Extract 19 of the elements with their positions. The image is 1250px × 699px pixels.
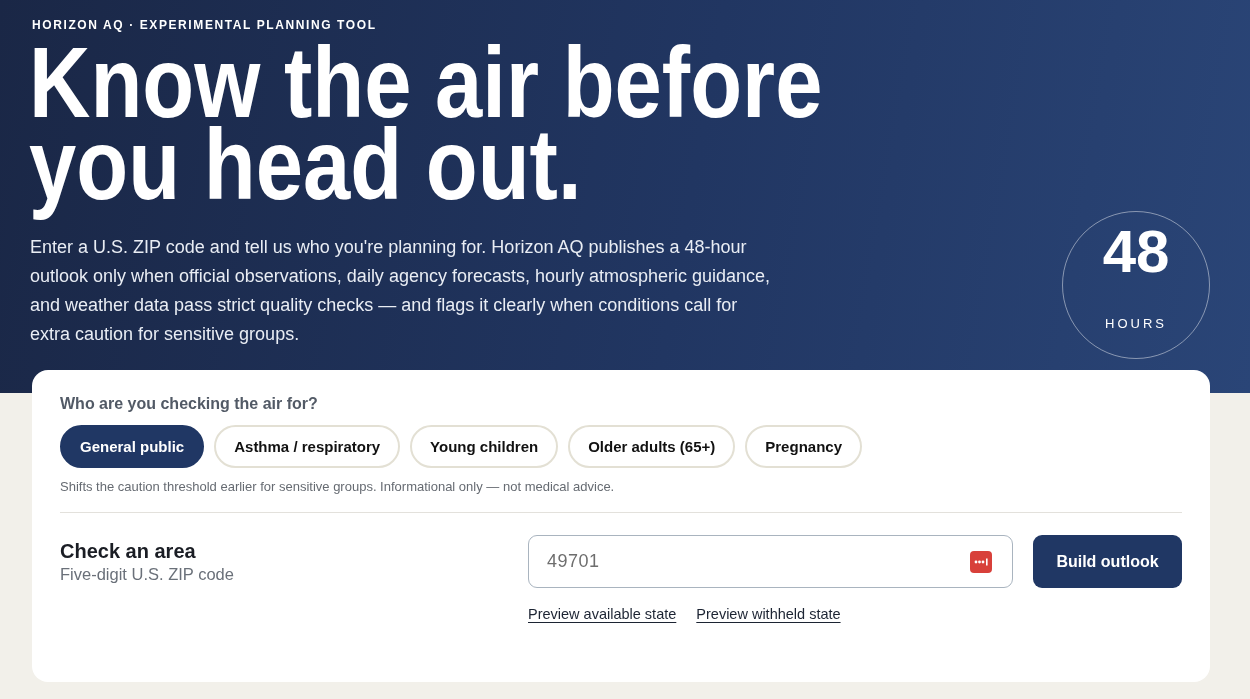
audience-chip[interactable]: General public [60,425,205,468]
audience-chip[interactable]: Young children [410,425,559,468]
zip-input-field[interactable]: 49701 [528,535,1013,588]
preview-link[interactable]: Preview withheld state [696,606,841,622]
hint-text: Shifts the caution threshold earlier for sensitive groups. Informational only — not medical advice. [60,479,616,495]
headline: Know the air before you head out. [29,41,824,220]
audience-chip[interactable]: Pregnancy [745,425,862,468]
badge-value: 48 [1102,222,1170,282]
question-label: Who are you checking the air for? [60,394,319,414]
build-outlook-button[interactable]: Build outlook [1033,535,1182,588]
area-title: Check an area [60,539,197,563]
badge-unit: HOURS [1105,316,1167,332]
area-subtitle: Five-digit U.S. ZIP code [60,564,234,584]
eyebrow-text: HORIZON AQ · EXPERIMENTAL PLANNING TOOL [32,18,378,32]
dots-icon[interactable] [970,551,992,573]
audience-chip[interactable]: Older adults (65+) [568,425,736,468]
audience-chip[interactable]: Asthma / respiratory [214,425,401,468]
intro-paragraph: Enter a U.S. ZIP code and tell us who you're planning for. Horizon AQ publishes a 48-hour outlook only when official observations, daily agency forecasts, hourly atmospheric guidance, and weather data pass strict quality checks — and flags it clearly when conditions call for extra caution for sensitive groups. [30,236,772,346]
preview-link[interactable]: Preview available state [528,606,677,622]
